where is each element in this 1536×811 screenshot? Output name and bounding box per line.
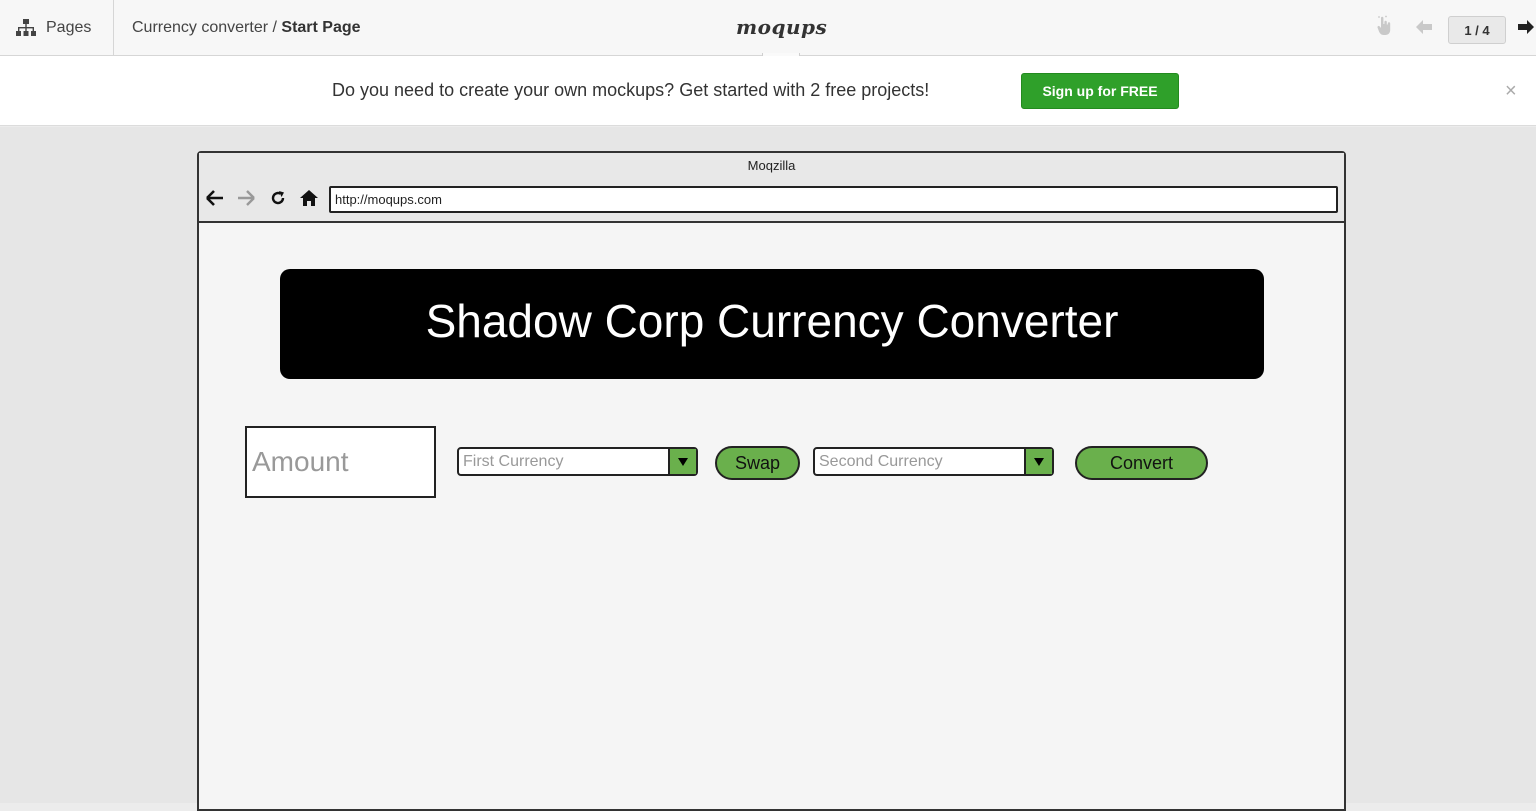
browser-forward-icon (238, 190, 255, 206)
breadcrumb-project: Currency converter / (132, 19, 282, 36)
signup-button[interactable]: Sign up for FREE (1021, 73, 1179, 109)
chevron-down-icon (1024, 449, 1052, 474)
browser-back-icon (206, 190, 223, 206)
convert-button: Convert (1075, 446, 1208, 480)
arrow-left-icon[interactable] (1416, 20, 1432, 34)
page-counter: 1 / 4 (1448, 16, 1506, 44)
breadcrumb: Currency converter / Start Page (132, 19, 361, 37)
first-currency-select: First Currency (457, 447, 698, 476)
swap-button: Swap (715, 446, 800, 480)
browser-chrome: Moqzilla http://moqups.com (199, 153, 1344, 223)
second-currency-placeholder: Second Currency (819, 453, 943, 470)
moqups-logo: moqups (736, 15, 828, 39)
amount-input: Amount (245, 426, 436, 498)
chevron-down-icon (668, 449, 696, 474)
first-currency-placeholder: First Currency (463, 453, 564, 470)
close-icon[interactable]: × (1505, 81, 1517, 101)
url-bar: http://moqups.com (329, 186, 1338, 213)
promo-banner: Do you need to create your own mockups? … (0, 56, 1536, 126)
top-toolbar: Pages Currency converter / Start Page mo… (0, 0, 1536, 56)
reload-icon (271, 191, 285, 205)
pages-label: Pages (46, 19, 92, 36)
converter-title: Shadow Corp Currency Converter (280, 269, 1264, 379)
sitemap-icon (16, 19, 36, 36)
second-currency-select: Second Currency (813, 447, 1054, 476)
arrow-right-icon[interactable] (1518, 20, 1534, 34)
breadcrumb-page: Start Page (281, 19, 361, 36)
hand-pointer-icon[interactable] (1376, 15, 1392, 37)
banner-text: Do you need to create your own mockups? … (332, 80, 930, 100)
pages-button[interactable]: Pages (0, 0, 114, 56)
browser-mockup: Moqzilla http://moqups.com Shadow Corp C… (197, 151, 1346, 811)
browser-title: Moqzilla (747, 158, 796, 173)
home-icon (300, 190, 318, 206)
